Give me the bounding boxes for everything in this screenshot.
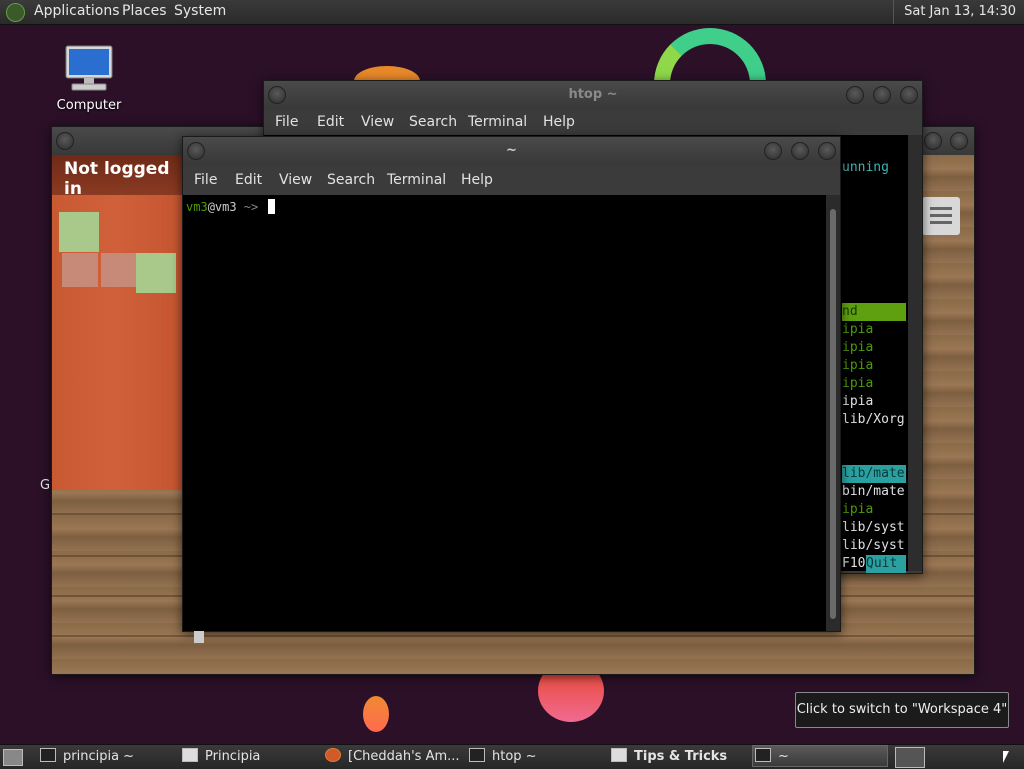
window-menu-button[interactable] [56, 132, 74, 150]
htop-line: F10 [842, 556, 866, 571]
window-title: htop ~ [568, 87, 618, 102]
task-terminal-active[interactable]: ~ [752, 745, 888, 767]
prompt-user: vm3 [186, 200, 208, 214]
task-principia[interactable]: Principia [182, 745, 312, 769]
firefox-icon [325, 748, 341, 762]
htop-line: ipia [842, 340, 874, 355]
workspace-switcher[interactable] [895, 747, 925, 768]
htop-line: nd [842, 303, 906, 321]
htop-line: unning [842, 160, 889, 175]
shell-prompt: vm3@vm3 ~> [186, 199, 275, 214]
mouse-cursor-icon [1003, 751, 1009, 763]
mate-logo-icon[interactable] [6, 3, 25, 22]
task-label: [Cheddah's Am... [348, 749, 460, 764]
menu-view[interactable]: View [361, 114, 394, 130]
htop-line: ipia [842, 394, 874, 409]
wrench-tool-icon[interactable] [62, 253, 98, 287]
menu-view[interactable]: View [279, 172, 312, 188]
task-label: principia ~ [63, 749, 135, 764]
task-htop[interactable]: htop ~ [469, 745, 599, 769]
task-label: Tips & Tricks [634, 749, 728, 764]
htop-line: lib/syst [842, 520, 905, 535]
wallpaper-shape [363, 696, 389, 732]
htop-line: lib/Xorg [842, 412, 905, 427]
menu-edit[interactable]: Edit [235, 172, 262, 188]
clock[interactable]: Sat Jan 13, 14:30 [893, 0, 1024, 24]
close-button[interactable] [900, 86, 918, 104]
htop-line: ipia [842, 322, 874, 337]
window-title: ~ [506, 143, 517, 158]
maximize-button[interactable] [791, 142, 809, 160]
menu-edit[interactable]: Edit [317, 114, 344, 130]
task-principia-terminal[interactable]: principia ~ [40, 745, 170, 769]
htop-menubar: File Edit View Search Terminal Help [264, 109, 922, 135]
task-tips-and-tricks[interactable]: Tips & Tricks [611, 745, 746, 769]
menu-help[interactable]: Help [461, 172, 493, 188]
htop-line: bin/mate [842, 484, 905, 499]
prompt-host: @vm3 [207, 200, 237, 214]
bottom-panel: principia ~ Principia [Cheddah's Am... h… [0, 744, 1024, 769]
menu-file[interactable]: File [194, 172, 217, 188]
htop-line: ipia [842, 502, 874, 517]
terminal-output[interactable]: vm3@vm3 ~> [183, 195, 826, 631]
menu-applications[interactable]: Applications [34, 3, 120, 19]
scrollbar[interactable] [908, 135, 922, 571]
text-cursor [267, 199, 275, 214]
scrollbar[interactable] [826, 195, 840, 631]
connect-tool-icon[interactable] [101, 253, 137, 287]
show-desktop-icon[interactable] [3, 749, 23, 766]
resize-grip[interactable] [194, 631, 204, 643]
menu-terminal[interactable]: Terminal [468, 114, 527, 130]
terminal-window[interactable]: ~ File Edit View Search Terminal Help vm… [182, 136, 841, 632]
htop-line: ipia [842, 358, 874, 373]
htop-line: ipia [842, 376, 874, 391]
menu-search[interactable]: Search [327, 172, 375, 188]
window-icon [611, 748, 627, 762]
close-button[interactable] [818, 142, 836, 160]
task-label: htop ~ [492, 749, 537, 764]
game-menu-button[interactable] [922, 197, 960, 235]
terminal-titlebar[interactable]: ~ [183, 137, 840, 165]
gear-tool-icon[interactable] [136, 253, 176, 293]
top-panel: Applications Places System Sat Jan 13, 1… [0, 0, 1024, 25]
terminal-icon [469, 748, 485, 762]
task-firefox[interactable]: [Cheddah's Am... [325, 745, 460, 769]
workspace-tooltip: Click to switch to "Workspace 4" [795, 692, 1009, 728]
minimize-button[interactable] [846, 86, 864, 104]
htop-titlebar[interactable]: htop ~ [264, 81, 922, 109]
desktop-icon-label: Computer [56, 98, 122, 113]
terminal-icon [755, 748, 771, 762]
game-tool-panel: Not logged in [52, 155, 183, 490]
stray-label: G [40, 478, 51, 493]
minimize-button[interactable] [924, 132, 942, 150]
htop-line: lib/mate [842, 465, 906, 483]
menu-help[interactable]: Help [543, 114, 575, 130]
minimize-button[interactable] [764, 142, 782, 160]
htop-quit-key[interactable]: Quit [866, 555, 906, 573]
close-button[interactable] [950, 132, 968, 150]
maximize-button[interactable] [873, 86, 891, 104]
menu-places[interactable]: Places [122, 3, 167, 19]
task-label: Principia [205, 749, 261, 764]
terminal-icon [40, 748, 56, 762]
menu-search[interactable]: Search [409, 114, 457, 130]
htop-line: lib/syst [842, 538, 905, 553]
terminal-menubar: File Edit View Search Terminal Help [183, 167, 840, 193]
computer-icon [65, 45, 113, 91]
menu-system[interactable]: System [174, 3, 226, 19]
menu-terminal[interactable]: Terminal [387, 172, 446, 188]
window-icon [182, 748, 198, 762]
hammer-tool-icon[interactable] [59, 212, 99, 252]
task-label: ~ [778, 749, 789, 764]
desktop-icon-computer[interactable]: Computer [52, 44, 126, 113]
scrollbar-thumb[interactable] [830, 209, 836, 619]
prompt-arrow: ~> [236, 200, 266, 214]
menu-file[interactable]: File [275, 114, 298, 130]
login-status[interactable]: Not logged in [64, 159, 183, 199]
